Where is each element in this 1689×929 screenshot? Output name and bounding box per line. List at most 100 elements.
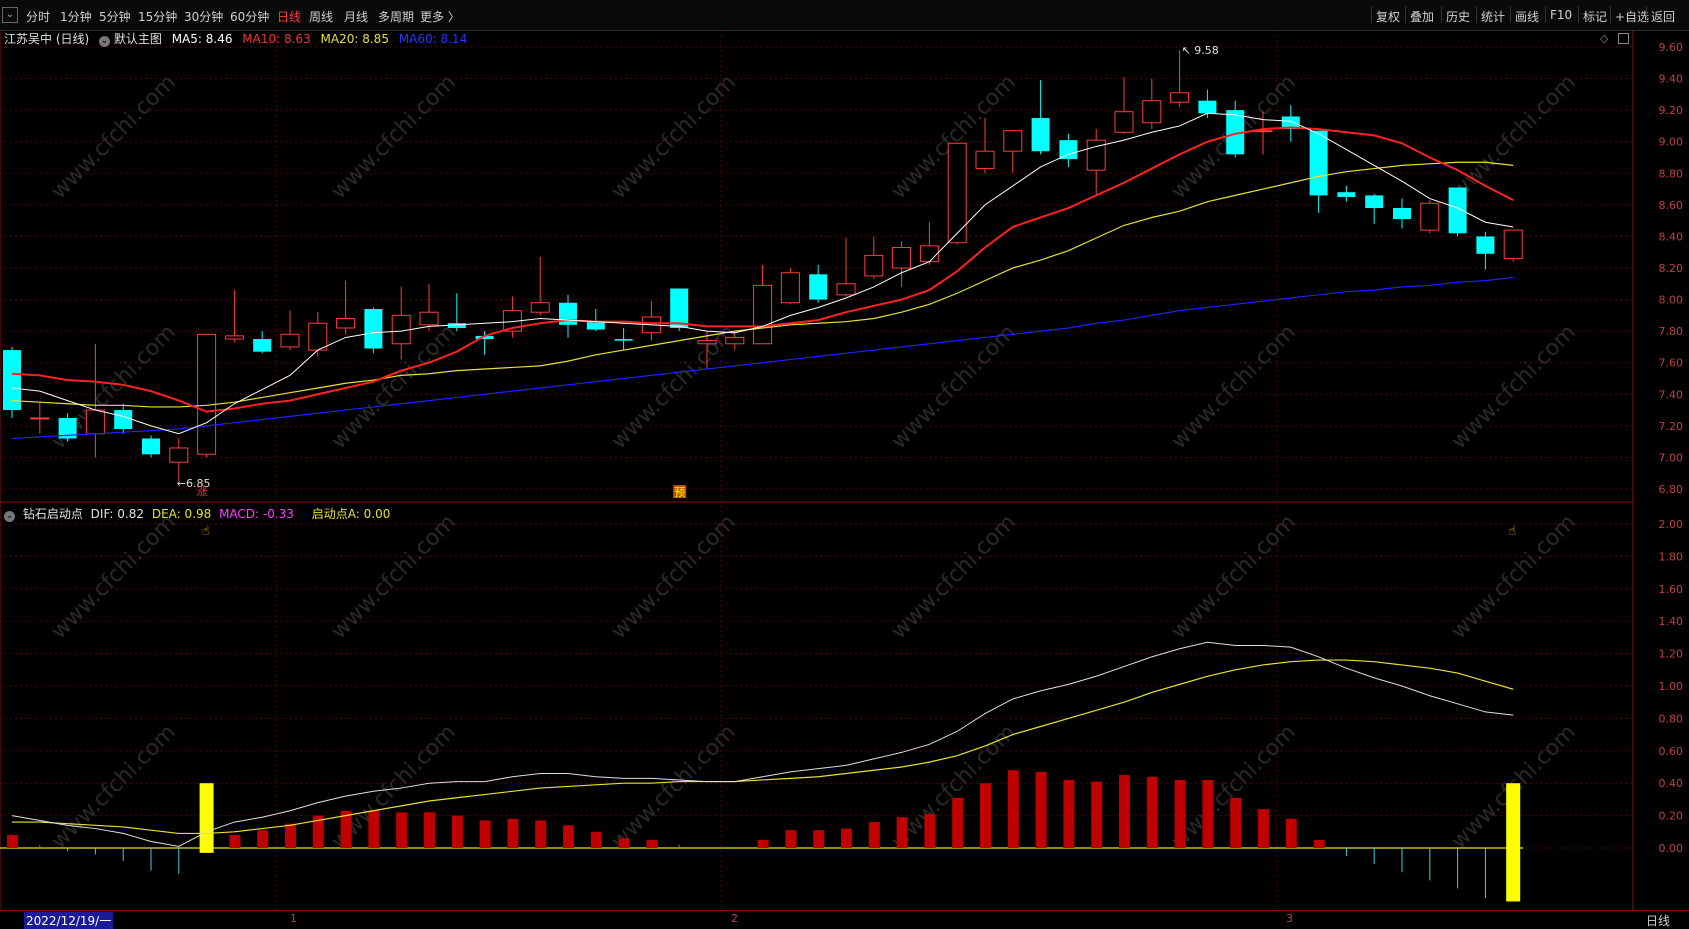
period-tab-10[interactable]: 更多 〉 bbox=[420, 8, 460, 25]
candle-up[interactable] bbox=[836, 283, 856, 296]
watermark: www.cfchi.com bbox=[47, 510, 181, 644]
macd-bar-positive bbox=[841, 828, 852, 848]
history-button[interactable]: 历史 bbox=[1446, 8, 1470, 25]
candle-down[interactable] bbox=[1198, 100, 1217, 114]
period-tab-3[interactable]: 15分钟 bbox=[138, 8, 177, 25]
candle-up[interactable] bbox=[780, 272, 800, 304]
period-tab-2[interactable]: 5分钟 bbox=[99, 8, 131, 25]
price-tick-label: 7.20 bbox=[1659, 420, 1684, 433]
restore-rights-button[interactable]: 复权 bbox=[1376, 8, 1400, 25]
statistics-button[interactable]: 统计 bbox=[1481, 8, 1505, 25]
candle-down[interactable] bbox=[670, 288, 689, 328]
macd-bar-positive bbox=[368, 810, 380, 848]
candle-down[interactable] bbox=[1031, 118, 1050, 152]
macd-bar-positive bbox=[479, 820, 491, 848]
candle-down[interactable] bbox=[1337, 192, 1356, 197]
period-tab-6[interactable]: 日线 bbox=[277, 8, 301, 25]
macd-bar-positive bbox=[618, 838, 630, 848]
candle-up[interactable] bbox=[224, 335, 244, 340]
macd-bar-positive bbox=[1174, 779, 1186, 848]
draw-line-button[interactable]: 画线 bbox=[1515, 8, 1539, 25]
period-tab-4[interactable]: 30分钟 bbox=[184, 8, 223, 25]
candle-up[interactable] bbox=[308, 322, 328, 351]
candle-up[interactable] bbox=[530, 302, 550, 313]
date-axis: 2022/12/19/一 1 2 3 日线 bbox=[0, 910, 1689, 929]
macd-bar-positive bbox=[646, 839, 658, 848]
candle-up[interactable] bbox=[1170, 92, 1190, 103]
macd-bar-positive bbox=[952, 797, 964, 848]
month-tick-1: 1 bbox=[290, 912, 297, 925]
kline-chart[interactable]: 9.60 9.40 9.20 9.00 8.80 8.60 8.40 8.20 8.00 7.80… bbox=[0, 30, 1689, 910]
period-tab-5[interactable]: 60分钟 bbox=[230, 8, 269, 25]
candle-up[interactable] bbox=[697, 340, 717, 345]
watermark: www.cfchi.com bbox=[887, 320, 1021, 454]
candle-up[interactable] bbox=[1420, 202, 1440, 231]
candle-up[interactable] bbox=[864, 254, 884, 277]
candle-up[interactable] bbox=[725, 336, 745, 345]
mark-button[interactable]: 标记 bbox=[1583, 8, 1607, 25]
candle-up[interactable] bbox=[975, 150, 995, 170]
period-tab-7[interactable]: 周线 bbox=[309, 8, 333, 25]
f10-button[interactable]: F10 bbox=[1550, 8, 1572, 22]
candle-up[interactable] bbox=[85, 409, 105, 435]
period-indicator[interactable]: 日线 bbox=[1646, 912, 1670, 929]
candle-up[interactable] bbox=[947, 142, 967, 244]
period-tab-8[interactable]: 月线 bbox=[344, 8, 368, 25]
overlay-button[interactable]: 叠加 bbox=[1410, 8, 1434, 25]
candle-down[interactable] bbox=[586, 321, 605, 330]
candle-up[interactable] bbox=[919, 245, 939, 263]
candle-down[interactable] bbox=[253, 339, 272, 352]
macd-bar-positive bbox=[924, 813, 936, 848]
macd-bar-positive bbox=[1146, 776, 1158, 848]
toolbar-separator bbox=[1510, 6, 1511, 23]
price-tick-label: 8.20 bbox=[1659, 262, 1684, 275]
price-tick-label: 9.00 bbox=[1659, 136, 1684, 149]
candle-up[interactable] bbox=[1003, 130, 1023, 152]
start-signal-bar bbox=[1506, 783, 1521, 902]
candle-up[interactable] bbox=[892, 246, 912, 269]
candle-down[interactable] bbox=[1059, 140, 1078, 160]
candle-down[interactable] bbox=[364, 309, 383, 349]
candle-down[interactable] bbox=[614, 339, 633, 341]
indicator-tick-label: 1.60 bbox=[1659, 583, 1684, 596]
price-tick-label: 9.40 bbox=[1659, 73, 1684, 86]
candle-down[interactable] bbox=[1393, 208, 1411, 220]
candle-down[interactable] bbox=[1448, 187, 1467, 234]
candle-up[interactable] bbox=[1503, 229, 1523, 260]
candle-up[interactable] bbox=[753, 284, 773, 345]
candle-up[interactable] bbox=[336, 318, 356, 329]
macd-bar-positive bbox=[229, 835, 241, 848]
candle-up[interactable] bbox=[280, 333, 300, 348]
candle-up[interactable] bbox=[30, 417, 50, 420]
candle-down[interactable] bbox=[1309, 130, 1328, 196]
candle-up[interactable] bbox=[169, 447, 189, 463]
watermark: www.cfchi.com bbox=[1447, 320, 1581, 454]
candle-up[interactable] bbox=[419, 311, 439, 326]
candle-down[interactable] bbox=[1365, 195, 1384, 209]
period-tab-0[interactable]: 分时 bbox=[26, 8, 50, 25]
period-tab-9[interactable]: 多周期 bbox=[378, 8, 414, 25]
toolbar-separator bbox=[1578, 6, 1579, 23]
candle-down[interactable] bbox=[142, 438, 160, 455]
indicator-tick-label: 1.80 bbox=[1659, 550, 1684, 563]
indicator-tick-label: 1.20 bbox=[1659, 648, 1684, 661]
back-button[interactable]: 返回 bbox=[1651, 8, 1675, 25]
watermark: www.cfchi.com bbox=[887, 510, 1021, 644]
watermark: www.cfchi.com bbox=[327, 70, 461, 204]
candle-down[interactable] bbox=[809, 274, 828, 300]
macd-bar-positive bbox=[507, 818, 519, 848]
macd-bar-positive bbox=[257, 830, 269, 848]
candle-up[interactable] bbox=[1142, 100, 1162, 124]
macd-bar-positive bbox=[1258, 809, 1269, 848]
indicator-tick-label: 1.40 bbox=[1659, 615, 1684, 628]
toolbar-menu-icon[interactable]: ⌄ bbox=[2, 7, 18, 23]
candle-up[interactable] bbox=[197, 333, 217, 455]
cursor-date: 2022/12/19/一 bbox=[24, 912, 114, 929]
candle-down[interactable] bbox=[1476, 236, 1495, 254]
period-tab-1[interactable]: 1分钟 bbox=[60, 8, 92, 25]
candle-up[interactable] bbox=[1114, 111, 1134, 133]
macd-bar-positive bbox=[980, 783, 991, 848]
add-favorite-button[interactable]: +自选 bbox=[1615, 8, 1649, 25]
macd-bar-positive bbox=[563, 825, 574, 848]
candle-down[interactable] bbox=[114, 410, 133, 430]
